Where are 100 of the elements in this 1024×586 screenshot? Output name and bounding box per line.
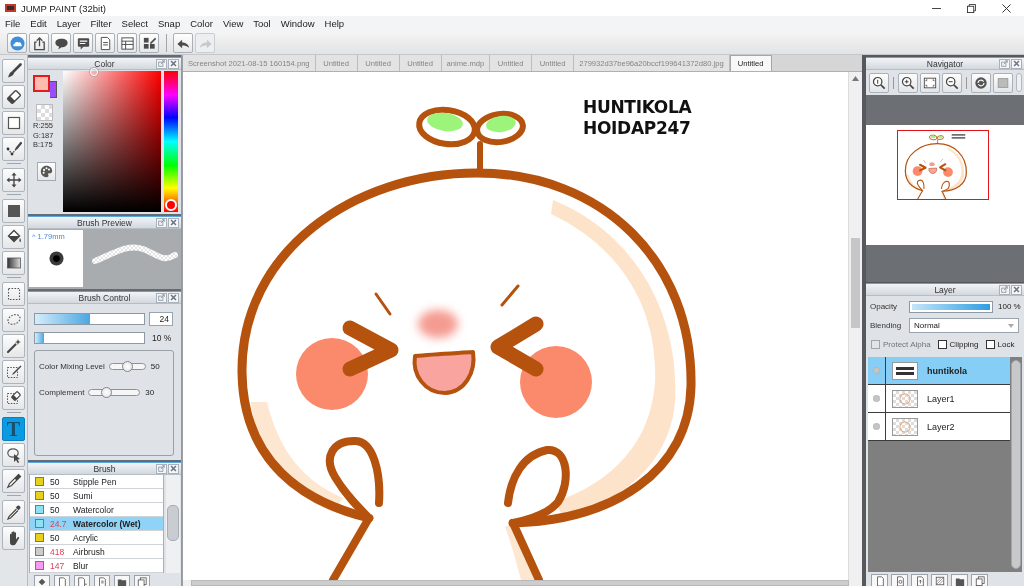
tool-button[interactable] [2, 225, 25, 249]
slider-track[interactable] [108, 362, 146, 370]
primary-color-swatch[interactable] [33, 75, 50, 92]
brush-item[interactable]: 50 Sumi [30, 489, 163, 503]
checkbox-label[interactable]: Lock [997, 340, 1015, 349]
size-slider[interactable] [34, 313, 145, 325]
tool-button[interactable] [2, 334, 25, 358]
rotate-button[interactable] [971, 72, 991, 93]
brush-item[interactable]: 50 Watercolor [30, 503, 163, 517]
secondary-color-swatch[interactable] [50, 81, 57, 98]
toolbar-button[interactable] [139, 33, 159, 53]
slider-track[interactable] [88, 388, 141, 396]
brush-item[interactable]: 50 Acrylic [30, 531, 163, 545]
tool-button[interactable] [2, 469, 25, 493]
close-button[interactable] [168, 463, 179, 474]
tool-button[interactable] [2, 59, 25, 83]
panel-button[interactable] [871, 574, 888, 586]
undock-icon [158, 465, 165, 472]
close-button[interactable] [168, 58, 179, 69]
tool-button[interactable] [2, 85, 25, 109]
panel-button[interactable] [94, 575, 110, 586]
slider-thumb[interactable] [121, 360, 133, 372]
panel-button[interactable] [34, 575, 50, 586]
viewport-frame[interactable] [897, 130, 989, 200]
panel-button[interactable] [911, 574, 928, 586]
scrollbar-thumb[interactable] [167, 505, 179, 541]
menu-item[interactable]: Tool [248, 16, 276, 32]
hue-handle[interactable] [165, 199, 177, 211]
panel-button[interactable] [891, 574, 908, 586]
panel-button[interactable] [114, 575, 130, 586]
tool-button[interactable] [2, 137, 25, 161]
brush-item[interactable]: 147 Blur [30, 559, 163, 573]
layer-row[interactable]: Layer2 [868, 413, 1010, 441]
tool-button[interactable] [2, 282, 25, 306]
panel-button[interactable] [951, 574, 968, 586]
tool-button[interactable] [2, 251, 25, 275]
panel-title: Navigator [926, 58, 964, 69]
close-button[interactable] [168, 217, 179, 228]
checkbox[interactable] [985, 340, 995, 349]
toolbar-button[interactable] [173, 33, 193, 53]
checkbox[interactable] [937, 340, 947, 349]
menu-item[interactable]: Edit [25, 16, 52, 32]
menu-item[interactable]: Select [116, 16, 153, 32]
brush-item[interactable]: 50 Stipple Pen [30, 475, 163, 489]
toolbar-button[interactable] [51, 33, 71, 53]
menu-item[interactable]: File [0, 16, 26, 32]
size-field[interactable]: 24 [149, 312, 173, 326]
palette-button[interactable] [37, 161, 56, 181]
zoom-actual-button[interactable] [869, 72, 889, 93]
zoom-in-button[interactable] [898, 72, 918, 93]
menu-item[interactable]: Window [275, 16, 320, 32]
toolbar-button[interactable] [73, 33, 93, 53]
tool-button[interactable] [2, 386, 25, 410]
layer-row[interactable]: Layer1 [868, 385, 1010, 413]
tool-button[interactable] [2, 199, 25, 223]
menu-item[interactable]: Color [185, 16, 218, 32]
toolbar-button[interactable] [29, 33, 49, 53]
panel-button[interactable] [74, 575, 90, 586]
brush-name: Stipple Pen [73, 476, 117, 487]
zoom-out-button[interactable] [942, 72, 962, 93]
brush-scrollbar[interactable] [166, 475, 180, 573]
panel-button[interactable] [971, 574, 988, 586]
rotate-icon [974, 75, 988, 90]
tool-button[interactable] [2, 168, 25, 192]
menu-item[interactable]: Snap [153, 16, 186, 32]
menu-item[interactable]: Help [319, 16, 350, 32]
blending-dropdown[interactable]: Normal [909, 318, 1019, 333]
panel-button[interactable] [54, 575, 70, 586]
pen-icon [5, 473, 22, 489]
close-button[interactable] [1011, 284, 1022, 295]
transparent-swatch-icon[interactable] [36, 104, 53, 121]
menu-item[interactable]: Layer [51, 16, 86, 32]
layer-row[interactable]: huntikola [868, 357, 1010, 385]
slider-thumb[interactable] [100, 386, 112, 398]
close-button[interactable] [168, 292, 179, 303]
tool-button[interactable] [2, 500, 25, 524]
close-button[interactable] [1011, 58, 1022, 69]
opacity-slider[interactable] [34, 332, 145, 344]
fit-button[interactable] [920, 72, 940, 93]
tool-button[interactable] [2, 526, 25, 550]
menu-item[interactable]: Filter [85, 16, 117, 32]
scrollbar-thumb[interactable] [851, 238, 860, 328]
color-field[interactable] [63, 71, 161, 212]
page-icon [76, 577, 88, 586]
vertical-scrollbar[interactable] [848, 72, 862, 580]
brush-item[interactable]: 418 Airbrush [30, 545, 163, 559]
close-icon [1013, 60, 1020, 67]
checkbox-label[interactable]: Clipping [949, 340, 979, 349]
panel-button[interactable] [134, 575, 150, 586]
hue-slider[interactable] [164, 71, 178, 212]
toolbar-button[interactable] [117, 33, 137, 53]
tool-button[interactable] [2, 360, 25, 384]
brush-item[interactable]: 24.7 Watercolor (Wet) [30, 517, 163, 531]
tool-button[interactable] [2, 443, 25, 467]
menu-item[interactable]: View [217, 16, 249, 32]
undock-icon [158, 294, 165, 301]
scroll-handle[interactable] [1016, 73, 1022, 92]
tool-button[interactable] [2, 111, 25, 135]
toolbar-button[interactable] [95, 33, 115, 53]
panel-button[interactable] [931, 574, 948, 586]
